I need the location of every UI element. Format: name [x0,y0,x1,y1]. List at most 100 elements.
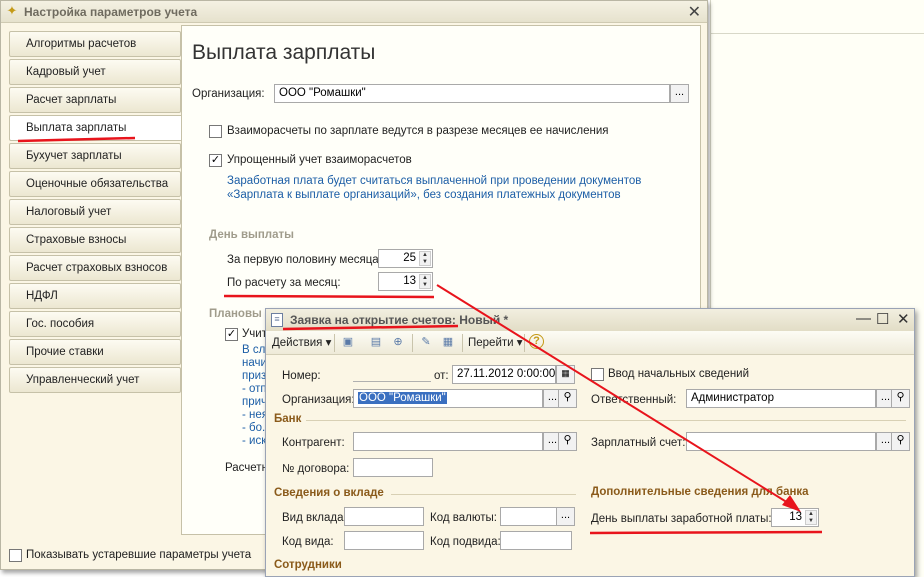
minimize-icon[interactable]: — [856,310,871,327]
spin-arrows-icon[interactable]: ▲ ▼ [419,274,431,289]
partial-line: - отп [242,383,267,395]
contractor-field[interactable] [353,432,543,451]
deposit-divider [391,494,576,495]
org-label: Организация: [282,394,355,406]
request-toolbar: Действия ▾ ▣ ▤ ⊕ ✎ ▦ Перейти ▾ ? [266,331,914,355]
goto-label: Перейти [468,337,514,349]
subtype-code-field[interactable] [500,531,572,550]
responsible-field[interactable]: Администратор [686,389,876,408]
deposit-section-title: Сведения о вкладе [274,487,384,499]
month-calc-stepper[interactable]: 13 ▲ ▼ [378,272,433,291]
settings-titlebar: ✦ Настройка параметров учета ✕ [1,1,707,23]
nav-item-other-rates[interactable]: Прочие ставки [9,339,181,365]
nav-item-management[interactable]: Управленческий учет [9,367,181,393]
nav-item-hr[interactable]: Кадровый учет [9,59,181,85]
request-window: ≡ Заявка на открытие счетов: Новый * — ☐… [265,308,915,577]
responsible-label: Ответственный: [591,394,677,406]
partial-line: - бо. [242,422,266,434]
partial-line: В сл [242,344,266,356]
show-obsolete-label: Показывать устаревшие параметры учета [26,549,252,561]
partial-checkbox-label: Учит [242,328,267,340]
nav-item-salary-payment[interactable]: Выплата зарплаты [9,115,185,141]
settings-window-title: Настройка параметров учета [24,5,198,19]
show-obsolete-checkbox[interactable] [9,549,22,562]
calc-label: Расчетн [225,462,268,474]
initial-data-label: Ввод начальных сведений [608,368,750,380]
page-title: Выплата зарплаты [192,41,376,64]
org-field[interactable]: ООО "Ромашки" [274,84,670,103]
nav-item-estimated[interactable]: Оценочные обязательства [9,171,181,197]
first-half-label: За первую половину месяца: [227,254,382,266]
contract-label: № договора: [282,463,350,475]
nav-item-accounting[interactable]: Бухучет зарплаты [9,143,181,169]
first-half-value: 25 [403,252,416,264]
unpost-icon[interactable]: ▦ [440,334,456,350]
org-field[interactable]: ООО "Ромашки" [353,389,543,408]
salary-account-field[interactable] [686,432,876,451]
number-field[interactable] [353,381,431,382]
nav-item-tax[interactable]: Налоговый учет [9,199,181,225]
nav-item-insurance-calc[interactable]: Расчет страховых взносов [9,255,181,281]
org-search-icon[interactable]: ⚲ [558,389,577,408]
currency-code-label: Код валюты: [430,512,497,524]
spin-arrows-icon[interactable]: ▲ ▼ [805,510,817,525]
post-icon[interactable]: ✎ [418,334,434,350]
salary-account-label: Зарплатный счет: [591,437,686,449]
months-checkbox[interactable] [209,125,222,138]
number-label: Номер: [282,370,321,382]
currency-code-field[interactable] [500,507,560,526]
nav-item-algorithms[interactable]: Алгоритмы расчетов [9,31,181,57]
nav-item-payroll-calc[interactable]: Расчет зарплаты [9,87,181,113]
save-icon[interactable]: ▣ [340,334,356,350]
app-logo-icon: ✦ [6,3,18,18]
partial-line: прич [242,396,268,408]
contractor-search-icon[interactable]: ⚲ [558,432,577,451]
actions-label: Действия [272,337,323,349]
org-select-button[interactable]: ... [670,84,689,103]
partial-line: начи [242,357,267,369]
copy-icon[interactable]: ▤ [368,334,384,350]
add-icon[interactable]: ⊕ [390,334,406,350]
currency-select-button[interactable]: ... [556,507,575,526]
contract-field[interactable] [353,458,433,477]
actions-menu[interactable]: Действия ▾ [272,335,331,349]
salary-account-search-icon[interactable]: ⚲ [891,432,910,451]
close-icon[interactable]: ✕ [688,2,701,22]
bank-divider [306,420,906,421]
deposit-type-label: Вид вклада: [282,512,347,524]
org-value: ООО "Ромашки" [358,392,447,404]
nav-item-ndfl[interactable]: НДФЛ [9,283,181,309]
salary-day-label: День выплаты заработной платы: [591,513,772,525]
partial-checkbox[interactable]: ✓ [225,328,238,341]
goto-menu[interactable]: Перейти ▾ [468,335,523,349]
salary-day-value: 13 [789,511,802,523]
maximize-icon[interactable]: ☐ [876,310,889,328]
simplified-checkbox[interactable]: ✓ [209,154,222,167]
planned-section-title: Плановы [209,308,262,320]
type-code-field[interactable] [344,531,424,550]
nav-item-benefits[interactable]: Гос. пособия [9,311,181,337]
nav-item-insurance[interactable]: Страховые взносы [9,227,181,253]
bank-section-title: Банк [274,413,302,425]
months-checkbox-label: Взаиморасчеты по зарплате ведутся в разр… [227,125,609,137]
initial-data-checkbox[interactable] [591,368,604,381]
partial-line: приз [242,370,267,382]
partial-line: - иск [242,435,267,447]
document-icon: ≡ [271,313,283,327]
first-half-stepper[interactable]: 25 ▲ ▼ [378,249,433,268]
salary-day-stepper[interactable]: 13 ▲ ▼ [771,508,819,527]
responsible-search-icon[interactable]: ⚲ [891,389,910,408]
calendar-icon[interactable]: ▦ [556,365,575,384]
date-field[interactable]: 27.11.2012 0:00:00 [452,365,556,384]
payday-section-title: День выплаты [209,229,294,241]
info-text-2: «Зарплата к выплате организаций», без со… [227,189,621,201]
employees-section-title: Сотрудники [274,559,342,571]
type-code-label: Код вида: [282,536,334,548]
request-window-title: Заявка на открытие счетов: Новый * [290,313,509,327]
deposit-type-field[interactable] [344,507,424,526]
month-calc-value: 13 [403,275,416,287]
help-icon[interactable]: ? [529,334,544,349]
contractor-label: Контрагент: [282,437,345,449]
spin-arrows-icon[interactable]: ▲ ▼ [419,251,431,266]
close-icon[interactable]: ✕ [897,310,910,328]
